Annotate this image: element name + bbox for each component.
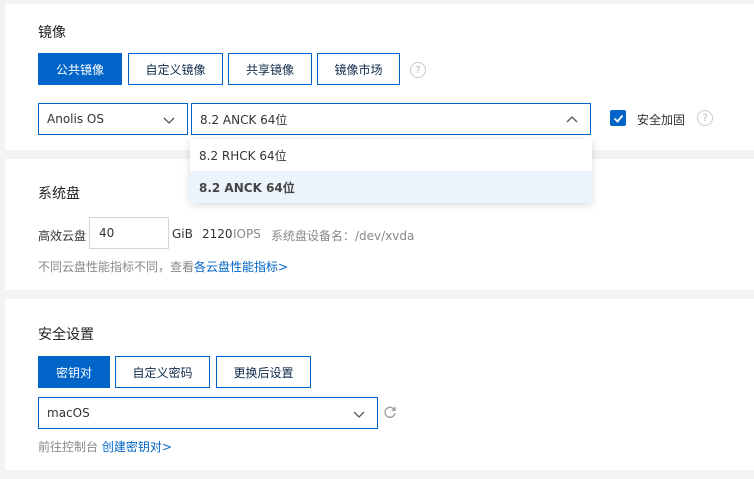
tab-custom-password[interactable]: 自定义密码 (115, 356, 210, 388)
create-keypair-link[interactable]: 创建密钥对> (102, 440, 172, 454)
dropdown-option-rhck[interactable]: 8.2 RHCK 64位 (190, 139, 592, 171)
disk-type-label: 高效云盘 (38, 229, 87, 243)
check-icon (613, 114, 623, 123)
chevron-up-icon (566, 116, 578, 123)
system-disk-title: 系统盘 (38, 186, 80, 202)
keypair-select-value: macOS (47, 406, 90, 420)
chevron-down-icon (353, 411, 365, 418)
help-icon[interactable]: ? (410, 62, 426, 78)
tab-public-image[interactable]: 公共镜像 (38, 53, 122, 85)
tab-custom-image[interactable]: 自定义镜像 (128, 53, 223, 85)
tab-keypair[interactable]: 密钥对 (38, 356, 110, 388)
security-section-title: 安全设置 (38, 327, 94, 343)
version-dropdown-menu: 8.2 RHCK 64位 8.2 ANCK 64位 (190, 139, 592, 203)
chevron-down-icon (163, 117, 175, 124)
iops-value: 2120 (202, 227, 233, 241)
refresh-icon[interactable] (383, 405, 397, 419)
disk-size-value: 40 (99, 226, 115, 240)
help-icon[interactable]: ? (697, 110, 713, 126)
os-select-value: Anolis OS (47, 112, 104, 126)
keypair-note-text: 前往控制台 (38, 440, 99, 454)
disk-note: 不同云盘性能指标不同，查看各云盘性能指标> (38, 258, 288, 275)
tab-shared-image[interactable]: 共享镜像 (228, 53, 312, 85)
version-select[interactable]: 8.2 ANCK 64位 (191, 103, 591, 135)
security-hardening-label: 安全加固 (637, 113, 686, 127)
disk-size-unit: GiB (172, 227, 193, 241)
security-section: 安全设置 密钥对 自定义密码 更换后设置 macOS 前往控制台 创建密钥对> (5, 299, 754, 470)
image-section: 镜像 公共镜像 自定义镜像 共享镜像 镜像市场 ? Anolis OS 8.2 … (5, 4, 754, 150)
keypair-note: 前往控制台 创建密钥对> (38, 438, 172, 455)
tab-set-later[interactable]: 更换后设置 (216, 356, 311, 388)
device-name: 系统盘设备名：/dev/xvda (271, 229, 415, 243)
dropdown-option-anck[interactable]: 8.2 ANCK 64位 (190, 171, 592, 203)
os-select[interactable]: Anolis OS (38, 103, 188, 135)
disk-performance-link[interactable]: 各云盘性能指标> (194, 260, 288, 274)
security-hardening-checkbox[interactable] (610, 110, 626, 126)
tab-image-market[interactable]: 镜像市场 (317, 53, 400, 85)
iops-unit: IOPS (233, 227, 261, 241)
disk-size-input[interactable]: 40 (89, 217, 169, 249)
keypair-select[interactable]: macOS (38, 397, 378, 429)
disk-note-text: 不同云盘性能指标不同，查看 (38, 260, 195, 274)
image-section-title: 镜像 (38, 25, 66, 41)
version-select-value: 8.2 ANCK 64位 (200, 112, 288, 127)
